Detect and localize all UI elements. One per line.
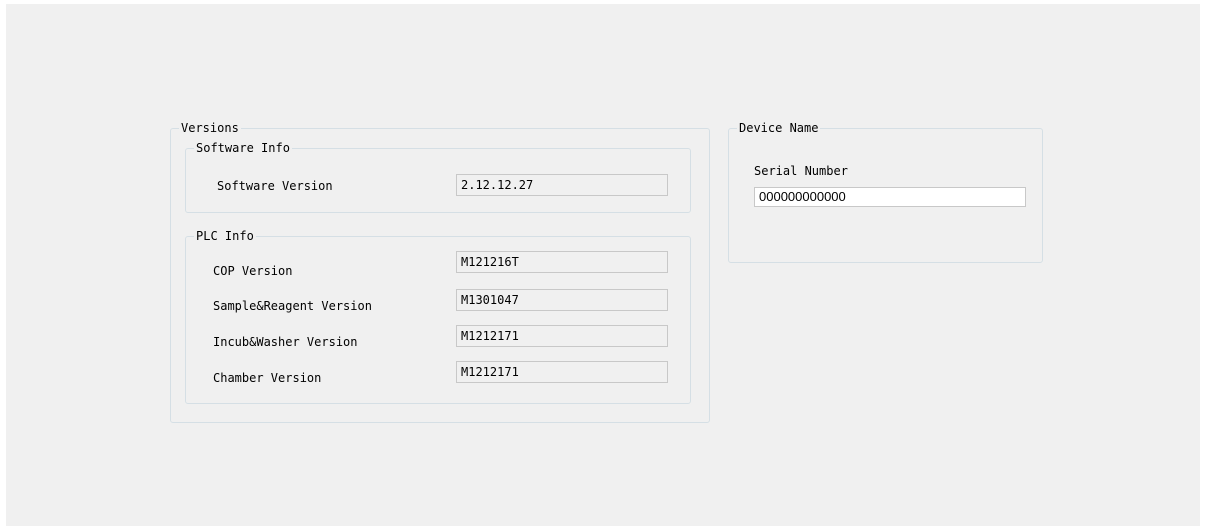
software-info-group-title: Software Info	[194, 141, 292, 155]
versions-group-title: Versions	[179, 121, 241, 135]
plc-info-group-title: PLC Info	[194, 229, 256, 243]
incub-washer-version-field: M1212171	[456, 325, 668, 347]
sample-reagent-version-field: M1301047	[456, 289, 668, 311]
serial-number-input[interactable]: 000000000000	[754, 187, 1026, 207]
plc-info-group: PLC Info COP Version M121216T Sample&Rea…	[185, 229, 691, 404]
chamber-version-label: Chamber Version	[213, 371, 322, 385]
versions-group: Versions Software Info Software Version …	[170, 121, 710, 423]
chamber-version-field: M1212171	[456, 361, 668, 383]
software-info-group: Software Info Software Version 2.12.12.2…	[185, 141, 691, 213]
incub-washer-version-label: Incub&Washer Version	[213, 335, 358, 349]
device-name-group-title: Device Name	[737, 121, 821, 135]
device-name-group: Device Name Serial Number 000000000000	[728, 121, 1043, 263]
sample-reagent-version-label: Sample&Reagent Version	[213, 299, 372, 313]
serial-number-label: Serial Number	[754, 164, 848, 178]
software-version-field: 2.12.12.27	[456, 174, 668, 196]
cop-version-label: COP Version	[213, 264, 293, 278]
software-version-label: Software Version	[217, 179, 333, 193]
cop-version-field: M121216T	[456, 251, 668, 273]
version-info-panel: Versions Software Info Software Version …	[6, 4, 1200, 526]
